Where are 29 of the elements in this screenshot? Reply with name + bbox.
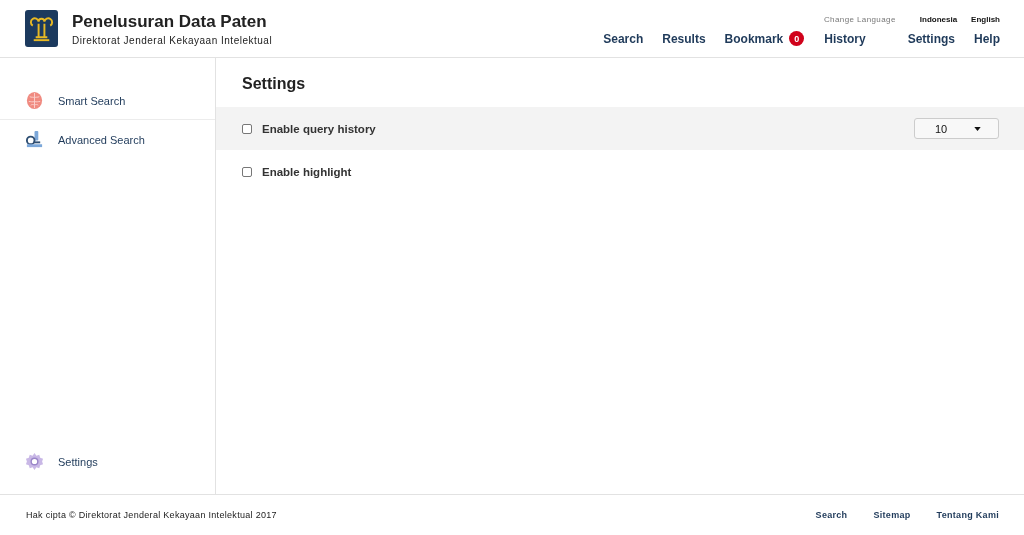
sidebar-item[interactable]: Settings [0,445,215,480]
site-subtitle: Direktorat Jenderal Kekayaan Intelektual [72,34,273,46]
nav-link[interactable]: Search [603,31,644,46]
checkbox[interactable] [242,166,252,177]
option-label: Enable query history [262,122,376,135]
language-link[interactable]: English [971,14,1000,24]
logo-icon [25,10,58,47]
copyright-text: Hak cipta © Direktorat Jenderal Kekayaan Intelektual 2017 [26,510,277,520]
language-link[interactable]: Indonesia [919,14,958,24]
footer-link[interactable]: Tentang Kami [936,510,999,520]
site-title: Penelusuran Data Paten [72,11,268,32]
count-select[interactable]: 10 [914,118,999,139]
nav-link[interactable]: Bookmark [724,31,784,46]
caret-icon [974,126,981,131]
microscope-icon [25,130,44,149]
footer-link[interactable]: Sitemap [873,510,911,520]
page-title: Settings [242,75,307,93]
brain-icon [25,91,44,110]
option-label: Enable highlight [262,165,352,178]
nav-link[interactable]: Results [662,31,706,46]
nav-link[interactable]: Help [974,31,1000,46]
count-badge: 0 [789,31,805,46]
checkbox[interactable] [242,123,252,134]
gear-icon [25,452,44,471]
language-label: Change Language [823,14,896,24]
sidebar-item[interactable]: Smart Search [0,84,215,119]
nav-link[interactable]: Settings [907,31,955,46]
nav-link[interactable]: History [824,31,866,46]
footer-link[interactable]: Search [815,510,848,520]
